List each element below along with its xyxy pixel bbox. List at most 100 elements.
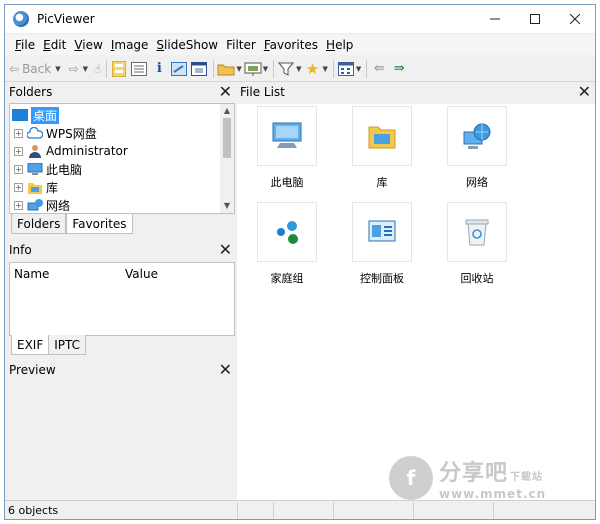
file-list-close-button[interactable]: ✕ [578,83,591,101]
folders-pane-title: Folders [9,85,53,99]
info-tabs: EXIF IPTC [11,335,87,355]
info-pane-title: Info [9,243,32,257]
scroll-thumb[interactable] [223,118,231,158]
maximize-icon [530,14,540,24]
expand-icon[interactable]: + [14,182,23,192]
tab-exif[interactable]: EXIF [11,335,50,355]
computer-icon [27,162,43,176]
chevron-down-icon: ▼ [296,64,302,73]
back-label: Back [22,61,52,76]
file-item-control-panel[interactable]: 控制面板 [337,202,427,286]
toolbar: ⇦ Back ▼ ⇨ ▼ ☝ i ▼ ▼ ▼ ★ ▼ ▼ ⇚ ⇛ [5,56,595,82]
app-logo-icon [13,11,29,27]
folders-close-button[interactable]: ✕ [219,83,232,101]
copy-to-icon: ⇚ [373,61,385,76]
file-item-label: 回收站 [460,272,494,285]
filter-menu-button[interactable]: ▼ [277,58,302,80]
status-cell [414,501,494,519]
minimize-button[interactable] [475,5,515,33]
copy-to-button[interactable]: ⇚ [370,58,388,80]
properties-button[interactable]: i [150,58,168,80]
expand-icon[interactable]: + [14,164,23,174]
tab-favorites[interactable]: Favorites [66,214,133,234]
file-thumbnail [447,202,507,262]
toolbar-separator [332,59,334,78]
close-icon [570,14,580,24]
tree-item-desktop[interactable]: 桌面 [10,106,60,124]
tree-item-administrator[interactable]: + Administrator [10,142,128,160]
folder-menu-button[interactable]: ▼ [217,58,242,80]
file-item-homegroup[interactable]: 家庭组 [242,202,332,286]
watermark-logo-icon: f [389,456,433,500]
control-panel-icon [368,220,396,242]
file-item-label: 库 [376,176,388,189]
file-item-label: 网络 [466,176,488,189]
preview-close-button[interactable]: ✕ [219,361,232,379]
move-to-button[interactable]: ⇛ [390,58,408,80]
file-item-network[interactable]: 网络 [432,106,522,190]
edit-image-button[interactable] [170,58,188,80]
tree-item-wps-cloud[interactable]: + WPS网盘 [10,124,97,142]
close-button[interactable] [555,5,595,33]
tab-folders[interactable]: Folders [11,214,67,234]
tree-item-network[interactable]: + 网络 [10,196,71,213]
folder-tree[interactable]: 桌面 + WPS网盘 + Administrator + 此电脑 + 库 + 网… [9,103,235,214]
homegroup-icon [277,221,298,244]
file-item-recycle-bin[interactable]: 回收站 [432,202,522,286]
menu-help[interactable]: Help [322,38,357,52]
maximize-button[interactable] [515,5,555,33]
menu-bar: File Edit View Image SlideShow Filter Fa… [5,35,595,55]
thumbnails-button[interactable] [110,58,128,80]
file-item-label: 家庭组 [270,272,304,285]
info-close-button[interactable]: ✕ [219,241,232,259]
favorites-menu-button[interactable]: ★ ▼ [304,58,328,80]
menu-view[interactable]: View [70,38,106,52]
menu-edit[interactable]: Edit [39,38,70,52]
expand-icon[interactable]: + [14,146,23,156]
preview-pane-title: Preview [9,363,56,377]
menu-slideshow[interactable]: SlideShow [152,38,222,52]
scroll-up-icon[interactable]: ▲ [220,104,234,118]
tree-item-library[interactable]: + 库 [10,178,58,196]
view-mode-button[interactable]: ▼ [337,58,361,80]
file-item-label: 控制面板 [360,272,404,285]
status-cell [274,501,334,519]
tab-iptc[interactable]: IPTC [49,335,87,355]
tree-item-label: 网络 [46,198,71,213]
toolbar-separator [106,59,108,78]
fullscreen-button[interactable] [190,58,208,80]
menu-filter[interactable]: Filter [222,38,260,52]
details-button[interactable] [130,58,148,80]
up-button[interactable]: ☝ [94,58,101,80]
forward-button[interactable]: ⇨ ▼ [69,58,88,80]
expand-icon[interactable]: + [14,128,23,138]
folders-pane-header: Folders ✕ [5,83,236,101]
expand-icon[interactable]: + [14,200,23,210]
menu-file[interactable]: File [11,38,39,52]
column-header-value[interactable]: Value [125,267,158,281]
file-thumbnail [447,106,507,166]
slideshow-menu-button[interactable]: ▼ [244,58,268,80]
file-item-this-pc[interactable]: 此电脑 [242,106,332,190]
info-pane-header: Info ✕ [5,241,236,259]
title-bar: PicViewer [5,5,595,33]
menu-image[interactable]: Image [107,38,153,52]
tree-item-label: WPS网盘 [46,126,97,141]
menu-favorites[interactable]: Favorites [260,38,322,52]
column-header-name[interactable]: Name [14,267,49,281]
status-cell [334,501,414,519]
folder-tree-scrollbar[interactable]: ▲ ▼ [220,104,234,213]
status-cell [494,502,594,519]
window-icon [190,60,208,78]
back-button[interactable]: ⇦ Back ▼ [9,58,61,80]
folders-tabs: Folders Favorites [11,214,133,234]
details-icon [130,60,148,78]
file-list[interactable]: 此电脑 库 网络 家庭组 控制面板 回收站 [237,104,595,500]
library-icon [368,126,396,149]
chevron-down-icon: ▼ [236,64,242,73]
file-item-library[interactable]: 库 [337,106,427,190]
toolbar-separator [273,59,275,78]
tree-item-this-pc[interactable]: + 此电脑 [10,160,82,178]
status-bar: 6 objects [5,500,595,519]
scroll-down-icon[interactable]: ▼ [220,199,234,213]
